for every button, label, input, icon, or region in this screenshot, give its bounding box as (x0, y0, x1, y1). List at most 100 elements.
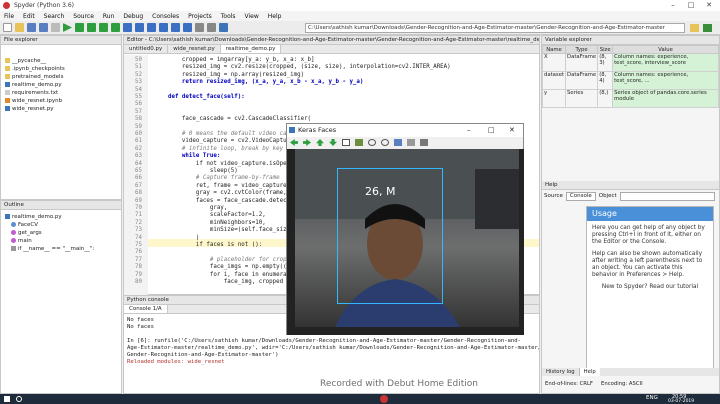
arrow-left-icon[interactable] (290, 139, 298, 146)
help-usage-box: Usage Here you can get help of any objec… (586, 206, 714, 376)
spyder-taskbar-icon[interactable] (380, 395, 388, 403)
function-icon (11, 230, 16, 235)
save-image-icon[interactable] (394, 139, 402, 146)
new-file-icon[interactable] (3, 23, 12, 32)
outline-item[interactable]: FaceCV (5, 221, 121, 229)
minimize-icon[interactable]: – (664, 0, 682, 11)
code-line: faces = face_cascade.detectMul (154, 197, 301, 204)
keras-faces-window: Keras Faces – □ ✕ 26, M (286, 123, 524, 335)
var-name: dataset (541, 71, 567, 90)
outline-item[interactable]: main (5, 237, 121, 245)
file-item[interactable]: __pycache__ (5, 57, 121, 65)
search-icon[interactable] (16, 396, 22, 402)
maximize-icon[interactable]: □ (682, 0, 700, 11)
stop-debug-icon[interactable] (183, 23, 192, 32)
tab-realtime-demo[interactable]: realtime_demo.py (220, 45, 282, 53)
settings-icon[interactable] (420, 139, 428, 146)
continue-icon[interactable] (171, 23, 180, 32)
menu-debug[interactable]: Debug (123, 13, 143, 20)
menu-search[interactable]: Search (44, 13, 65, 20)
column-size[interactable]: Size (597, 45, 614, 54)
arrow-right-icon[interactable] (303, 139, 311, 146)
windows-start-icon[interactable] (4, 396, 10, 402)
maximize-pane-icon[interactable] (195, 23, 204, 32)
folder-icon (5, 66, 10, 71)
file-item[interactable]: wide_resnet.ipynb (5, 97, 121, 105)
line-number: 63 (135, 153, 142, 160)
run-selection-icon[interactable] (111, 23, 120, 32)
source-label: Source (544, 193, 563, 199)
email-icon[interactable] (51, 23, 60, 32)
table-row[interactable]: dataset DataFrame (8, 4) Column names: e… (541, 71, 719, 90)
menu-run[interactable]: Run (103, 13, 115, 20)
run-file-icon[interactable] (75, 23, 84, 32)
code-line: def detect_face(self): (154, 94, 245, 100)
outline-item[interactable]: if __name__ == "__main__": (5, 245, 121, 253)
taskbar-date: 03-07-2019 (668, 399, 695, 404)
step-icon[interactable] (135, 23, 144, 32)
file-item[interactable]: wide_resnet.py (5, 105, 121, 113)
arrow-down-icon[interactable] (329, 139, 337, 146)
close-icon[interactable]: ✕ (700, 0, 718, 11)
file-item[interactable]: pretrained_models (5, 73, 121, 81)
text-file-icon (5, 90, 10, 95)
file-item[interactable]: .ipynb_checkpoints (5, 65, 121, 73)
console-line: Age-Estimator-master/realtime_demo.py', … (127, 345, 539, 351)
step-return-icon[interactable] (159, 23, 168, 32)
outline-item[interactable]: realtime_demo.py (5, 213, 121, 221)
column-value[interactable]: Value (612, 45, 719, 54)
arrow-up-icon[interactable] (316, 139, 324, 146)
menu-tools[interactable]: Tools (221, 13, 236, 20)
folder-browse-icon[interactable] (690, 24, 699, 32)
tab-console-1[interactable]: Console 1/A (124, 305, 168, 313)
tab-untitled0[interactable]: untitled0.py (124, 45, 169, 53)
run-icon[interactable] (63, 23, 72, 32)
source-select[interactable]: Console (565, 192, 596, 201)
tab-history-log[interactable]: History log (542, 368, 580, 376)
save-all-icon[interactable] (39, 23, 48, 32)
parent-dir-icon[interactable] (703, 24, 712, 32)
debug-icon[interactable] (123, 23, 132, 32)
table-row[interactable]: y Series (8,) Series object of pandas.co… (541, 89, 719, 108)
function-icon (11, 238, 16, 243)
python-path-icon[interactable] (219, 23, 228, 32)
open-file-icon[interactable] (15, 23, 24, 32)
run-cell-advance-icon[interactable] (99, 23, 108, 32)
tab-wide-resnet[interactable]: wide_resnet.py (168, 45, 221, 53)
pan-icon[interactable] (355, 139, 363, 146)
object-input[interactable] (619, 192, 715, 201)
console-line: Gender-Recognition-and-Age-Estimator-mas… (127, 352, 279, 358)
menu-file[interactable]: File (4, 13, 14, 20)
menu-projects[interactable]: Projects (188, 13, 212, 20)
zoom-rect-icon[interactable] (342, 139, 350, 146)
menu-view[interactable]: View (245, 13, 259, 20)
working-directory-input[interactable]: C:\Users\sathish kumar\Downloads\Gender-… (305, 23, 685, 33)
save-icon[interactable] (27, 23, 36, 32)
menu-consoles[interactable]: Consoles (152, 13, 179, 20)
file-item[interactable]: realtime_demo.py (5, 81, 121, 89)
step-into-icon[interactable] (147, 23, 156, 32)
column-type[interactable]: Type (565, 45, 599, 54)
table-row[interactable]: X DataFrame (8, 3) Column names: experie… (541, 53, 719, 72)
file-item[interactable]: requirements.txt (5, 89, 121, 97)
var-value: Series object of pandas.core.series modu… (612, 89, 719, 108)
zoom-in-icon[interactable] (368, 139, 376, 146)
minimize-icon[interactable]: – (467, 124, 471, 137)
python-file-icon (5, 106, 10, 111)
outline-item[interactable]: get_args (5, 229, 121, 237)
maximize-icon[interactable]: □ (488, 124, 495, 137)
run-cell-icon[interactable] (87, 23, 96, 32)
column-name[interactable]: Name (541, 45, 567, 54)
menu-help[interactable]: Help (268, 13, 282, 20)
close-icon[interactable]: ✕ (509, 124, 515, 137)
menu-edit[interactable]: Edit (23, 13, 35, 20)
keras-window-title: Keras Faces (298, 126, 337, 134)
code-line: gray, (154, 205, 228, 211)
preferences-icon[interactable] (207, 23, 216, 32)
menu-source[interactable]: Source (73, 13, 94, 20)
zoom-out-icon[interactable] (381, 139, 389, 146)
tab-help[interactable]: Help (579, 368, 600, 376)
copy-icon[interactable] (407, 139, 415, 146)
variable-table-header: Name Type Size Value (541, 45, 719, 54)
recorder-watermark: Recorded with Debut Home Edition (320, 379, 479, 389)
